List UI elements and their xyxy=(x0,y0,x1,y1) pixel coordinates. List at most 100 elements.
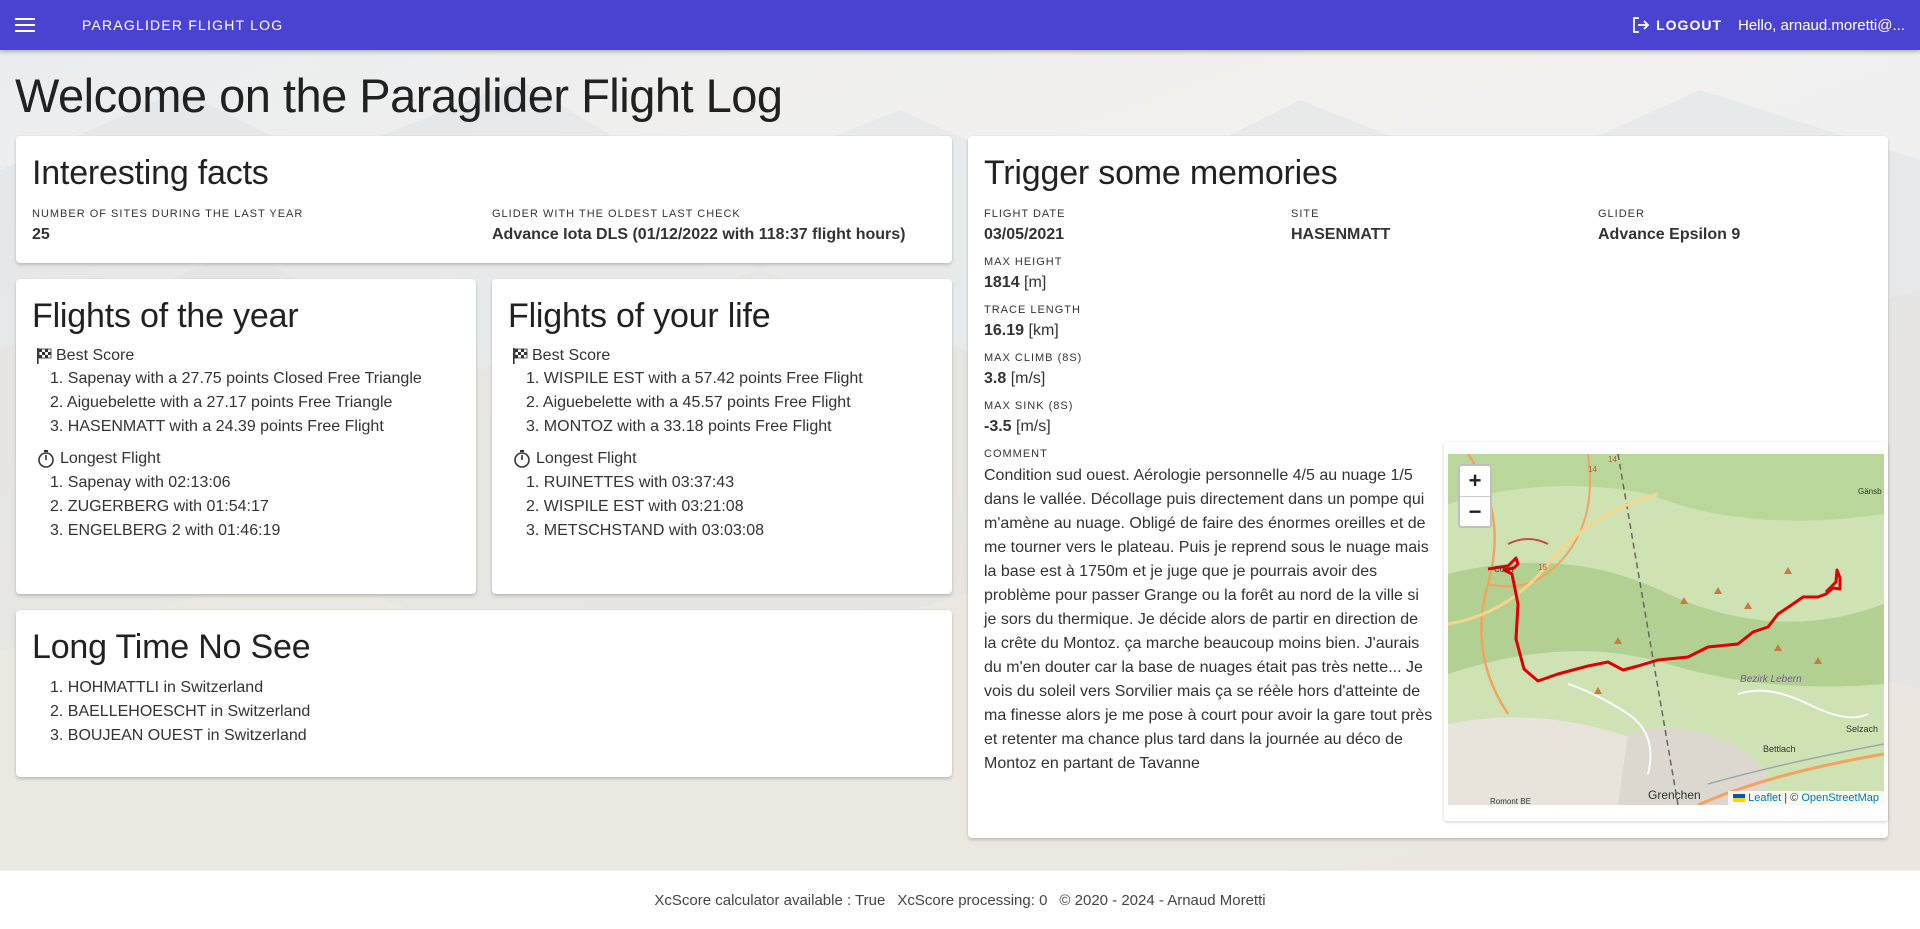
max-height-unit: [m] xyxy=(1024,274,1047,291)
max-climb-value: 3.8 xyxy=(984,370,1007,387)
trace-length-unit: [km] xyxy=(1028,322,1059,339)
flight-date-label: FLIGHT DATE xyxy=(984,208,1066,220)
logout-button[interactable]: LOGOUT xyxy=(1632,16,1722,34)
user-greeting[interactable]: Hello, arnaud.moretti@... xyxy=(1738,17,1918,34)
zoom-in-button[interactable]: + xyxy=(1460,466,1490,496)
max-climb-unit: [m/s] xyxy=(1010,370,1046,387)
list-item: 3. BOUJEAN OUEST in Switzerland xyxy=(50,727,307,744)
list-item: 3. METSCHSTAND with 03:03:08 xyxy=(526,522,765,539)
logout-label: LOGOUT xyxy=(1656,17,1722,33)
long-time-no-see-card: Long Time No See 1. HOHMATTLI in Switzer… xyxy=(16,610,952,777)
max-height-value: 1814 xyxy=(984,274,1020,291)
map-label-bezirk: Bezirk Lebern xyxy=(1740,674,1802,685)
max-sink-label: MAX SINK (8S) xyxy=(984,400,1074,412)
max-sink-row: -3.5 [m/s] xyxy=(984,418,1051,436)
best-score-heading: Best Score xyxy=(512,347,863,365)
footer: XcScore calculator available : True XcSc… xyxy=(0,871,1920,929)
comment-text: Condition sud ouest. Aérologie personnel… xyxy=(984,467,1433,772)
list-item: 2. Aiguebelette with a 45.57 points Free… xyxy=(526,394,851,411)
trace-length-row: 16.19 [km] xyxy=(984,322,1059,340)
longest-flight-heading: Longest Flight xyxy=(36,449,422,469)
max-climb-label: MAX CLIMB (8S) xyxy=(984,352,1083,364)
trace-length-value: 16.19 xyxy=(984,322,1025,339)
glider-value: Advance Epsilon 9 xyxy=(1598,226,1741,243)
attribution-separator: | © xyxy=(1784,792,1799,804)
card-title: Flights of your life xyxy=(508,297,771,335)
sites-count-label: NUMBER OF SITES DURING THE LAST YEAR xyxy=(32,208,304,220)
card-title: Trigger some memories xyxy=(984,154,1338,192)
map-label-grenchen: Grenchen xyxy=(1648,788,1701,802)
map-label-bottom: Romont BE xyxy=(1490,797,1531,805)
long-time-no-see-list: 1. HOHMATTLI in Switzerland 2. BAELLEHOE… xyxy=(36,676,310,748)
xcscore-calculator-status: XcScore calculator available : True xyxy=(654,891,886,909)
zoom-out-button[interactable]: − xyxy=(1460,496,1490,526)
map-label-court: Court xyxy=(1494,565,1514,574)
list-item: 1. Sapenay with 02:13:06 xyxy=(50,474,231,491)
longest-flight-label: Longest Flight xyxy=(60,450,161,467)
max-sink-unit: [m/s] xyxy=(1016,418,1051,435)
map-label-selzach: Selzach xyxy=(1846,724,1878,734)
list-item: 2. WISPILE EST with 03:21:08 xyxy=(526,498,744,515)
card-title: Interesting facts xyxy=(32,154,269,192)
map-label-gansb: Gänsb xyxy=(1858,487,1882,496)
flights-of-your-life-card: Flights of your life Best Score 1. WISPI… xyxy=(492,279,952,594)
site-label: SITE xyxy=(1291,208,1320,220)
max-climb-row: 3.8 [m/s] xyxy=(984,370,1045,388)
longest-flight-heading: Longest Flight xyxy=(512,449,863,469)
card-title: Long Time No See xyxy=(32,628,311,666)
max-sink-value: -3.5 xyxy=(984,418,1012,435)
map-label-road-15: 15 xyxy=(1538,563,1547,572)
map-attribution: Leaflet | © OpenStreetMap xyxy=(1728,791,1884,805)
page-title: Welcome on the Paraglider Flight Log xyxy=(15,69,783,122)
app-title: PARAGLIDER FLIGHT LOG xyxy=(82,17,284,33)
oldest-check-glider-value: Advance Iota DLS (01/12/2022 with 118:37… xyxy=(492,226,906,243)
hamburger-menu-icon xyxy=(15,18,35,32)
best-score-label: Best Score xyxy=(56,347,135,364)
menu-button[interactable] xyxy=(0,0,50,50)
list-item: 2. Aiguebelette with a 27.17 points Free… xyxy=(50,394,393,411)
stopwatch-icon xyxy=(514,450,530,468)
list-item: 3. ENGELBERG 2 with 01:46:19 xyxy=(50,522,281,539)
list-item: 3. MONTOZ with a 33.18 points Free Fligh… xyxy=(526,418,832,435)
leaflet-link[interactable]: Leaflet xyxy=(1748,792,1781,804)
map-label-road-14b: 14 xyxy=(1608,455,1617,464)
glider-label: GLIDER xyxy=(1598,208,1645,220)
best-score-list: 1. WISPILE EST with a 57.42 points Free … xyxy=(512,367,863,439)
sites-count-value: 25 xyxy=(32,226,50,243)
best-score-list: 1. Sapenay with a 27.75 points Closed Fr… xyxy=(36,367,422,439)
interesting-facts-card: Interesting facts NUMBER OF SITES DURING… xyxy=(16,136,952,263)
max-height-label: MAX HEIGHT xyxy=(984,256,1063,268)
flight-map[interactable]: Grenchen Bettlach Selzach Bezirk Lebern … xyxy=(1448,454,1884,805)
longest-flight-list: 1. RUINETTES with 03:37:43 2. WISPILE ES… xyxy=(512,471,863,543)
best-score-heading: Best Score xyxy=(36,347,422,365)
stopwatch-icon xyxy=(38,450,54,468)
list-item: 3. HASENMATT with a 24.39 points Free Fl… xyxy=(50,418,384,435)
map-label-bettlach: Bettlach xyxy=(1763,744,1796,754)
list-item: 1. WISPILE EST with a 57.42 points Free … xyxy=(526,370,863,387)
longest-flight-list: 1. Sapenay with 02:13:06 2. ZUGERBERG wi… xyxy=(36,471,422,543)
comment-label: COMMENT xyxy=(984,448,1048,460)
flight-map-container: Grenchen Bettlach Selzach Bezirk Lebern … xyxy=(1444,442,1888,821)
oldest-check-glider-label: GLIDER WITH THE OLDEST LAST CHECK xyxy=(492,208,741,220)
app-bar: PARAGLIDER FLIGHT LOG LOGOUT Hello, arna… xyxy=(0,0,1920,50)
list-item: 1. HOHMATTLI in Switzerland xyxy=(50,679,264,696)
map-zoom-control: + − xyxy=(1458,464,1492,528)
openstreetmap-link[interactable]: OpenStreetMap xyxy=(1801,792,1879,804)
max-height-row: 1814 [m] xyxy=(984,274,1046,292)
list-item: 1. RUINETTES with 03:37:43 xyxy=(526,474,735,491)
logout-icon xyxy=(1633,17,1650,33)
longest-flight-label: Longest Flight xyxy=(536,450,637,467)
flights-of-the-year-card: Flights of the year Best Score 1. Sapena… xyxy=(16,279,476,594)
site-value: HASENMATT xyxy=(1291,226,1391,243)
ukraine-flag-icon xyxy=(1733,794,1746,803)
trace-length-label: TRACE LENGTH xyxy=(984,304,1081,316)
checkered-flag-icon xyxy=(513,348,528,364)
checkered-flag-icon xyxy=(37,348,52,364)
xcscore-processing-status: XcScore processing: 0 xyxy=(897,891,1048,909)
card-title: Flights of the year xyxy=(32,297,299,335)
map-tiles: Grenchen Bettlach Selzach Bezirk Lebern … xyxy=(1448,454,1884,805)
list-item: 2. ZUGERBERG with 01:54:17 xyxy=(50,498,269,515)
list-item: 2. BAELLEHOESCHT in Switzerland xyxy=(50,703,311,720)
flight-date-value: 03/05/2021 xyxy=(984,226,1065,243)
list-item: 1. Sapenay with a 27.75 points Closed Fr… xyxy=(50,370,422,387)
